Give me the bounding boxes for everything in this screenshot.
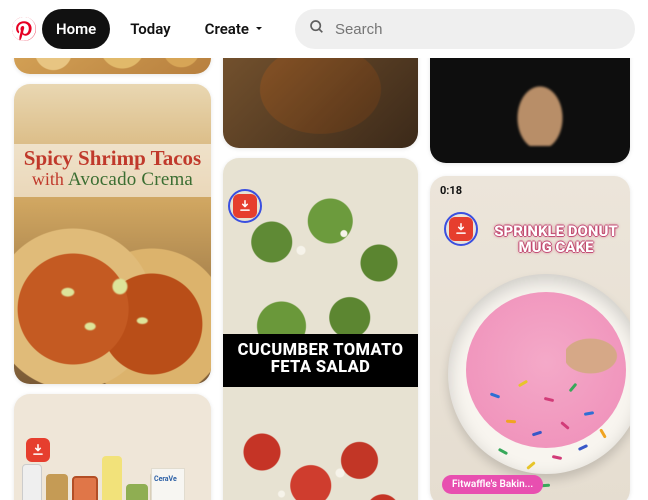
pin-cut-top-right[interactable] bbox=[430, 58, 630, 163]
pin-shrimp-tacos[interactable]: Spicy Shrimp Tacos with Avocado Crema bbox=[14, 84, 211, 384]
tacos-title-overlay: Spicy Shrimp Tacos with Avocado Crema bbox=[14, 144, 211, 197]
search-bar[interactable] bbox=[295, 9, 635, 49]
download-icon[interactable] bbox=[449, 217, 473, 241]
tacos-with: with bbox=[32, 169, 64, 189]
tacos-title-line2: Avocado Crema bbox=[68, 169, 193, 190]
sprinkle bbox=[498, 448, 508, 455]
creator-tag[interactable]: Fitwaffle's Bakin... bbox=[442, 475, 543, 494]
mugcake-title-overlay: SPRINKLE DONUT MUG CAKE bbox=[490, 224, 622, 256]
create-label: Create bbox=[205, 20, 249, 38]
sprinkle bbox=[560, 421, 570, 430]
video-duration: 0:18 bbox=[440, 184, 462, 197]
download-icon[interactable] bbox=[233, 194, 257, 218]
sprinkle bbox=[518, 380, 528, 388]
feed-grid: Spicy Shrimp Tacos with Avocado Crema CU… bbox=[0, 58, 648, 500]
cerave-bottle bbox=[151, 468, 185, 500]
home-tab[interactable]: Home bbox=[42, 9, 110, 49]
home-label: Home bbox=[56, 20, 96, 38]
sprinkle bbox=[569, 383, 578, 393]
chevron-down-icon bbox=[253, 20, 265, 38]
sprinkle bbox=[599, 428, 607, 438]
pin-bathroom-drawer[interactable] bbox=[14, 394, 211, 500]
search-icon bbox=[309, 19, 325, 39]
sprinkle bbox=[532, 431, 542, 437]
hand bbox=[566, 326, 630, 386]
sprinkle bbox=[584, 411, 594, 416]
sprinkle bbox=[490, 392, 500, 398]
header-bar: Home Today Create bbox=[0, 0, 648, 58]
salad-title-overlay: CUCUMBER TOMATO FETA SALAD bbox=[223, 334, 418, 387]
mugcake-title-line2: MUG CAKE bbox=[490, 240, 622, 256]
sprinkle bbox=[578, 444, 588, 451]
download-icon[interactable] bbox=[26, 438, 50, 462]
sprinkle bbox=[544, 397, 554, 402]
pinterest-logo-icon[interactable] bbox=[12, 17, 36, 41]
today-label: Today bbox=[130, 20, 170, 38]
salad-title-line1: CUCUMBER TOMATO bbox=[227, 342, 414, 359]
pin-mug-cake[interactable]: 0:18 SPRINKLE DONUT MUG CAKE Fitwaffle's… bbox=[430, 176, 630, 500]
pin-cut-top-center[interactable] bbox=[223, 58, 418, 148]
pin-cut-top-left[interactable] bbox=[14, 58, 211, 74]
search-input[interactable] bbox=[335, 21, 621, 38]
sprinkle bbox=[526, 461, 536, 470]
tacos-title-line1: Spicy Shrimp Tacos bbox=[20, 148, 205, 169]
sprinkle bbox=[552, 455, 562, 460]
pin-cucumber-salad[interactable]: CUCUMBER TOMATO FETA SALAD bbox=[223, 158, 418, 500]
salad-title-line2: FETA SALAD bbox=[227, 359, 414, 376]
create-tab[interactable]: Create bbox=[191, 9, 279, 49]
today-tab[interactable]: Today bbox=[116, 9, 184, 49]
sprinkle bbox=[506, 420, 516, 424]
